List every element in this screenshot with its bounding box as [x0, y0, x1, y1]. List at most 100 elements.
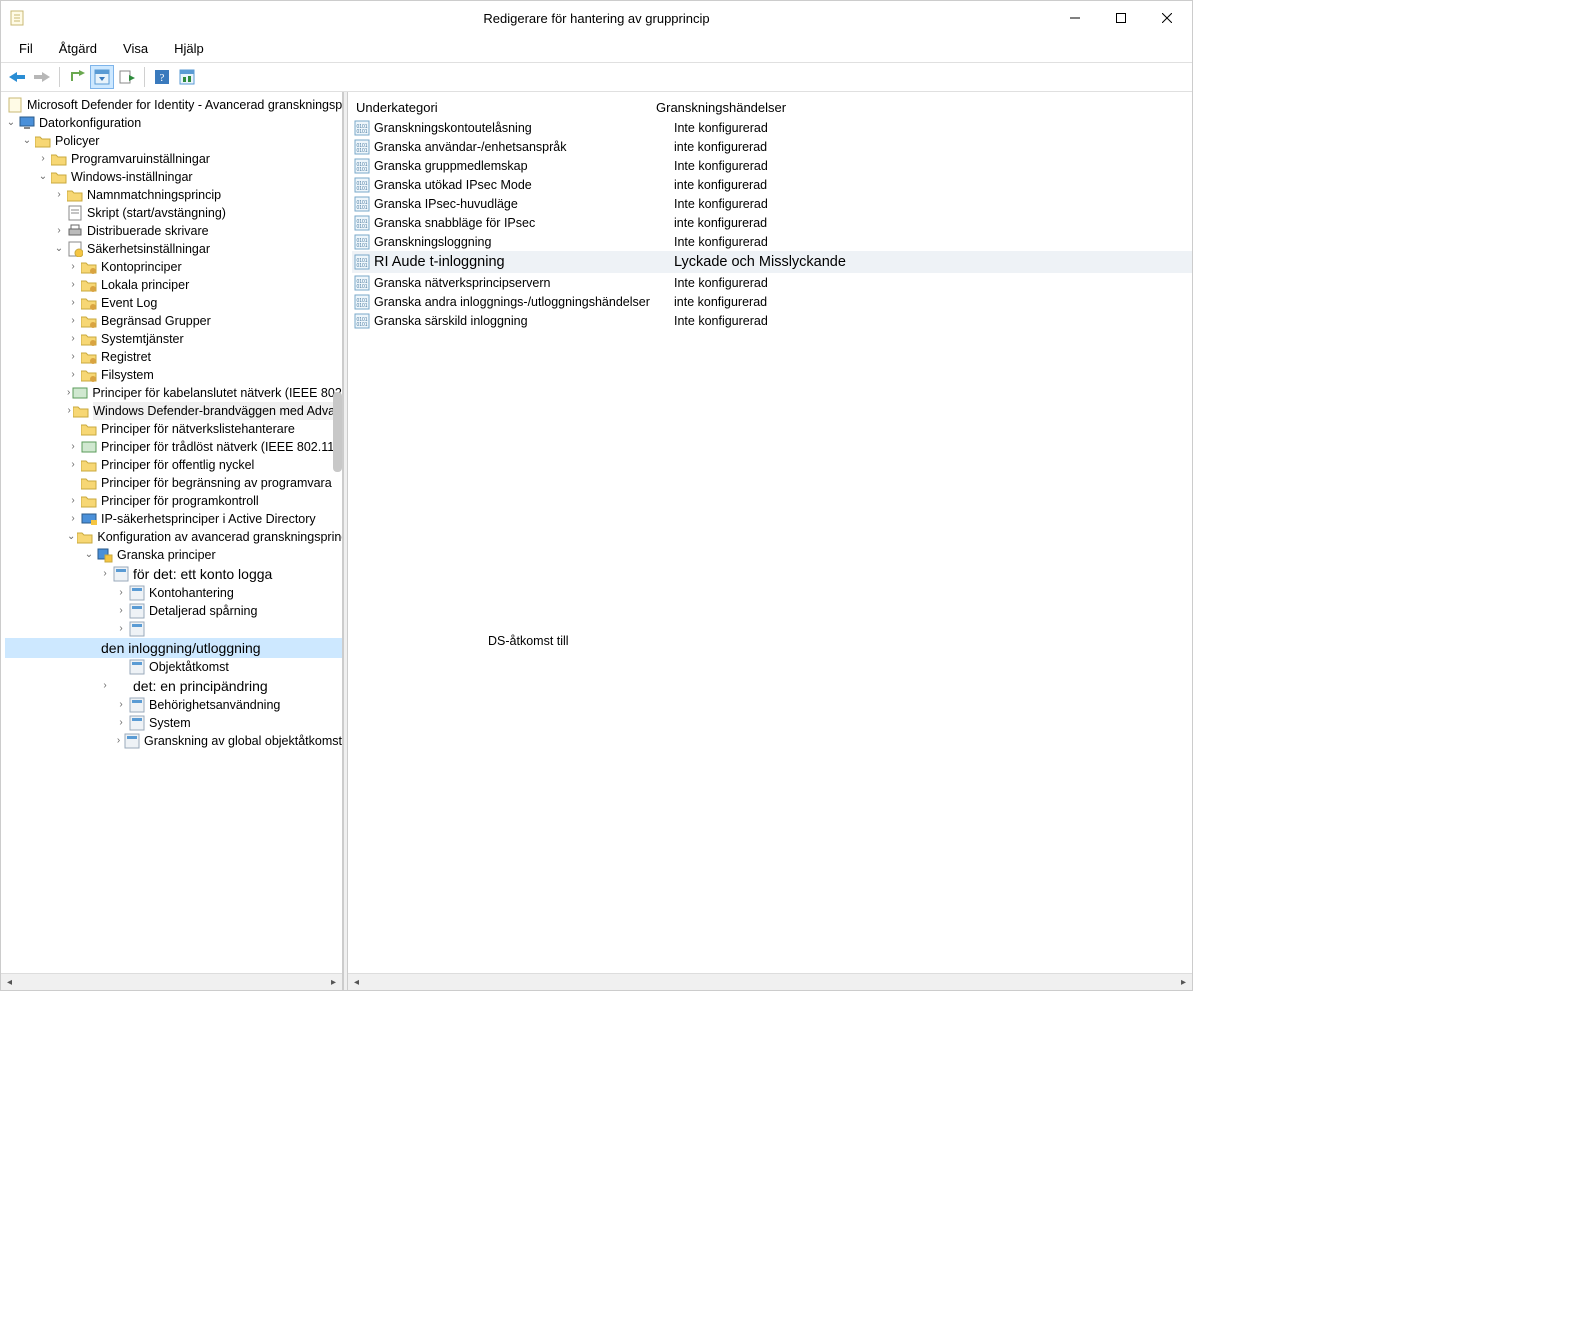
tree-security-settings[interactable]: Säkerhetsinställningar [5, 240, 342, 258]
audit-item-icon: 01010101 [354, 294, 370, 310]
tree-label: Objektåtkomst [149, 658, 229, 676]
tree-audit-policies[interactable]: Granska principer [5, 546, 342, 564]
list-cell-status: Inte konfigurerad [670, 121, 1192, 135]
menu-help[interactable]: Hjälp [162, 37, 216, 60]
tree-ds-access-empty[interactable] [5, 620, 342, 638]
tree-system-services[interactable]: Systemtjänster [5, 330, 342, 348]
window-controls [1052, 3, 1190, 33]
menu-view[interactable]: Visa [111, 37, 160, 60]
scroll-right-icon[interactable]: ▸ [1175, 974, 1192, 991]
policy-icon [7, 97, 23, 113]
tree-vscroll-thumb[interactable] [333, 392, 342, 472]
tree-network-list[interactable]: Principer för nätverkslistehanterare [5, 420, 342, 438]
tree-label: Behörighetsanvändning [149, 696, 280, 714]
list-row[interactable]: 01010101Granska användar-/enhetsanspråki… [352, 137, 1192, 156]
scroll-left-icon[interactable]: ◂ [348, 974, 365, 991]
policy-folder-icon [81, 349, 97, 365]
tree-global-object[interactable]: Granskning av global objektåtkomst [5, 732, 342, 750]
tree-software-restriction[interactable]: Principer för begränsning av programvara [5, 474, 342, 492]
tree-app-control[interactable]: Principer för programkontroll [5, 492, 342, 510]
tree-hscroll[interactable]: ◂ ▸ [1, 973, 342, 990]
list-hscroll[interactable]: ◂ ▸ [348, 973, 1192, 990]
tree-registry[interactable]: Registret [5, 348, 342, 366]
svg-text:0101: 0101 [356, 186, 367, 192]
svg-text:0101: 0101 [356, 243, 367, 249]
list-row[interactable]: 01010101Granska gruppmedlemskapInte konf… [352, 156, 1192, 175]
tree-deployed-printers[interactable]: Distribuerade skrivare [5, 222, 342, 240]
list-cell-name: Granskningsloggning [374, 235, 670, 249]
tree-ip-security[interactable]: IP-säkerhetsprinciper i Active Directory [5, 510, 342, 528]
tree-scroll[interactable]: Microsoft Defender for Identity - Avance… [1, 92, 342, 973]
category-icon [129, 697, 145, 713]
tree-advanced-audit[interactable]: Konfiguration av avancerad granskningspr… [5, 528, 342, 546]
tree-logon-logoff[interactable]: den inloggning/utloggning [5, 638, 342, 658]
policy-folder-icon [81, 313, 97, 329]
tree-scripts[interactable]: Skript (start/avstängning) [5, 204, 342, 222]
column-header-subcategory[interactable]: Underkategori [356, 100, 656, 115]
tree-label: Principer för programkontroll [101, 492, 259, 510]
list-row[interactable]: 01010101Granska andra inloggnings-/utlog… [352, 292, 1192, 311]
close-button[interactable] [1144, 3, 1190, 33]
tree-software-settings[interactable]: Programvaruinställningar [5, 150, 342, 168]
tree-defender-firewall[interactable]: Windows Defender-brandväggen med Advair [5, 402, 342, 420]
tree-label: Registret [101, 348, 151, 366]
tree-public-key[interactable]: Principer för offentlig nyckel [5, 456, 342, 474]
tree-object-access[interactable]: Objektåtkomst [5, 658, 342, 676]
list-row[interactable]: 01010101Granska utökad IPsec Modeinte ko… [352, 175, 1192, 194]
list-row[interactable]: 01010101Granska IPsec-huvudlägeInte konf… [352, 194, 1192, 213]
tree-wireless-network[interactable]: Principer för trådlöst nätverk (IEEE 802… [5, 438, 342, 456]
list-body[interactable]: 01010101GranskningskontoutelåsningInte k… [348, 118, 1192, 973]
tree-label: Filsystem [101, 366, 154, 384]
tree-label: Principer för begränsning av programvara [101, 474, 332, 492]
tree-name-resolution[interactable]: Namnmatchningsprincip [5, 186, 342, 204]
tree-local-policies[interactable]: Lokala principer [5, 276, 342, 294]
main-split: Microsoft Defender for Identity - Avance… [1, 92, 1192, 990]
list-row[interactable]: 01010101GranskningskontoutelåsningInte k… [352, 118, 1192, 137]
audit-item-icon: 01010101 [354, 215, 370, 231]
maximize-button[interactable] [1098, 3, 1144, 33]
list-row[interactable]: 01010101Granska särskild inloggningInte … [352, 311, 1192, 330]
tree-account-logon[interactable]: för det: ett konto logga [5, 564, 342, 584]
tree-label: Systemtjänster [101, 330, 184, 348]
tree-filesystem[interactable]: Filsystem [5, 366, 342, 384]
tree-account-policies[interactable]: Kontoprinciper [5, 258, 342, 276]
tree-restricted-groups[interactable]: Begränsad Grupper [5, 312, 342, 330]
tree-computer-config[interactable]: Datorkonfiguration [5, 114, 342, 132]
audit-item-icon: 01010101 [354, 234, 370, 250]
back-button[interactable] [5, 65, 29, 89]
root-node[interactable]: Microsoft Defender for Identity - Avance… [5, 96, 342, 114]
category-icon [129, 715, 145, 731]
minimize-button[interactable] [1052, 3, 1098, 33]
svg-text:0101: 0101 [356, 263, 367, 269]
export-button[interactable] [115, 65, 139, 89]
list-cell-status: Inte konfigurerad [670, 314, 1192, 328]
policy-folder-icon [81, 331, 97, 347]
column-header-audit-events[interactable]: Granskningshändelser [656, 100, 1184, 115]
tree-detailed-tracking[interactable]: Detaljerad spårning [5, 602, 342, 620]
title-bar: Redigerare för hantering av grupprincip [1, 1, 1192, 35]
tree-policy-change[interactable]: det: en principändring [5, 676, 342, 696]
properties-button[interactable] [175, 65, 199, 89]
up-button[interactable] [65, 65, 89, 89]
help-button[interactable]: ? [150, 65, 174, 89]
tree-account-mgmt[interactable]: Kontohantering [5, 584, 342, 602]
menu-file[interactable]: Fil [7, 37, 45, 60]
tree-system[interactable]: System [5, 714, 342, 732]
forward-button[interactable] [30, 65, 54, 89]
list-row[interactable]: 01010101Granska nätverksprincipservernIn… [352, 273, 1192, 292]
tree-event-log[interactable]: Event Log [5, 294, 342, 312]
scroll-left-icon[interactable]: ◂ [1, 974, 18, 991]
list-row[interactable]: 01010101RI Aude t-inloggningLyckade och … [352, 251, 1192, 273]
category-icon [124, 733, 140, 749]
tree-privilege-use[interactable]: Behörighetsanvändning [5, 696, 342, 714]
tree-wired-network[interactable]: Principer för kabelanslutet nätverk (IEE… [5, 384, 342, 402]
list-cell-name: Granska snabbläge för IPsec [374, 216, 670, 230]
menu-action[interactable]: Åtgärd [47, 37, 109, 60]
list-row[interactable]: 01010101Granska snabbläge för IPsecinte … [352, 213, 1192, 232]
show-hide-tree-button[interactable] [90, 65, 114, 89]
tree-policies[interactable]: Policyer [5, 132, 342, 150]
tree-windows-settings[interactable]: Windows-inställningar [5, 168, 342, 186]
tree-label: den inloggning/utloggning [101, 638, 261, 658]
list-row[interactable]: 01010101GranskningsloggningInte konfigur… [352, 232, 1192, 251]
scroll-right-icon[interactable]: ▸ [325, 974, 342, 991]
